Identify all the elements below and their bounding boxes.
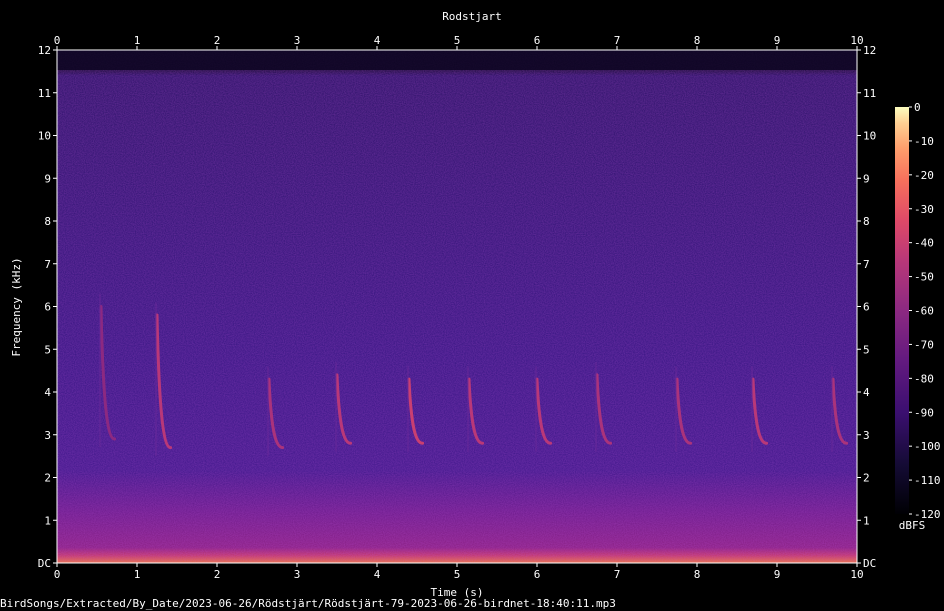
x-tick-label-top: 4 — [374, 34, 381, 47]
colorbar: 0-10-20-30-40-50-60-70-80-90-100-110-120… — [895, 101, 941, 532]
y-tick-label-right: 3 — [863, 429, 870, 442]
x-tick-label: 5 — [454, 568, 461, 581]
x-tick-label: 0 — [54, 568, 61, 581]
y-tick-label: 3 — [44, 429, 51, 442]
y-tick-label-right: 6 — [863, 301, 870, 314]
x-axis-top: 0 1 2 3 4 5 6 7 8 9 10 — [54, 34, 864, 50]
y-tick-label: 11 — [38, 87, 51, 100]
colorbar-tick-label: -50 — [914, 271, 934, 284]
colorbar-tick-label: -110 — [914, 474, 941, 487]
x-tick-label-top: 10 — [850, 34, 863, 47]
spectrogram-figure: Rodstjart 0 1 2 3 4 5 6 7 8 9 10 0 1 2 3 4 5 6 7 8 9 10 DC12… — [0, 10, 941, 610]
colorbar-tick-label: -60 — [914, 305, 934, 318]
source-filename: BirdSongs/Extracted/By_Date/2023-06-26/R… — [0, 597, 616, 610]
colorbar-tick-label: -30 — [914, 203, 934, 216]
colorbar-tick-label: 0 — [914, 101, 921, 114]
x-tick-label-top: 6 — [534, 34, 541, 47]
y-tick-label-right: 1 — [863, 514, 870, 527]
y-tick-label: 7 — [44, 258, 51, 271]
x-tick-label-top: 0 — [54, 34, 61, 47]
y-tick-label-right: 5 — [863, 343, 870, 356]
x-tick-label-top: 3 — [294, 34, 301, 47]
y-tick-label: 6 — [44, 301, 51, 314]
y-tick-label-right: 11 — [863, 87, 876, 100]
colorbar-tick-label: -90 — [914, 406, 934, 419]
y-tick-label: 4 — [44, 386, 51, 399]
y-tick-label-right: 10 — [863, 130, 876, 143]
x-tick-label: 2 — [214, 568, 221, 581]
x-tick-label: 8 — [694, 568, 701, 581]
colorbar-tick-label: -40 — [914, 237, 934, 250]
colorbar-tick-label: -100 — [914, 440, 941, 453]
y-axis-left: DC123456789101112 — [38, 44, 57, 570]
y-tick-label: 10 — [38, 130, 51, 143]
colorbar-tick-label: -70 — [914, 338, 934, 351]
y-tick-label-right: 9 — [863, 172, 870, 185]
y-tick-label: DC — [38, 557, 51, 570]
x-tick-label-top: 9 — [774, 34, 781, 47]
colorbar-label: dBFS — [899, 519, 926, 532]
x-tick-label: 4 — [374, 568, 381, 581]
x-tick-label: 1 — [134, 568, 141, 581]
y-tick-label-right: 8 — [863, 215, 870, 228]
y-axis-right: DC123456789101112 — [857, 44, 876, 570]
x-tick-label: 3 — [294, 568, 301, 581]
x-tick-label-top: 8 — [694, 34, 701, 47]
x-tick-label: 6 — [534, 568, 541, 581]
x-tick-label: 7 — [614, 568, 621, 581]
y-tick-label-right: 4 — [863, 386, 870, 399]
y-tick-label: 2 — [44, 472, 51, 485]
x-tick-label: 9 — [774, 568, 781, 581]
y-tick-label: 1 — [44, 514, 51, 527]
y-tick-label-right: 7 — [863, 258, 870, 271]
y-tick-label: 9 — [44, 172, 51, 185]
x-tick-label: 10 — [850, 568, 863, 581]
y-tick-label: 12 — [38, 44, 51, 57]
colorbar-ticks: 0-10-20-30-40-50-60-70-80-90-100-110-120 — [909, 101, 941, 521]
y-tick-label-right: 12 — [863, 44, 876, 57]
y-tick-label: 8 — [44, 215, 51, 228]
x-tick-label-top: 5 — [454, 34, 461, 47]
chart-title: Rodstjart — [442, 10, 502, 23]
spectrogram-plot-area — [57, 50, 857, 563]
colorbar-tick-label: -80 — [914, 372, 934, 385]
y-axis-label: Frequency (kHz) — [10, 257, 23, 356]
x-axis-bottom: 0 1 2 3 4 5 6 7 8 9 10 — [54, 563, 864, 581]
x-tick-label-top: 7 — [614, 34, 621, 47]
x-tick-label-top: 2 — [214, 34, 221, 47]
colorbar-gradient — [895, 107, 909, 514]
y-tick-label-right: DC — [863, 557, 876, 570]
x-tick-label-top: 1 — [134, 34, 141, 47]
colorbar-tick-label: -20 — [914, 169, 934, 182]
colorbar-tick-label: -10 — [914, 135, 934, 148]
y-tick-label: 5 — [44, 343, 51, 356]
y-tick-label-right: 2 — [863, 472, 870, 485]
